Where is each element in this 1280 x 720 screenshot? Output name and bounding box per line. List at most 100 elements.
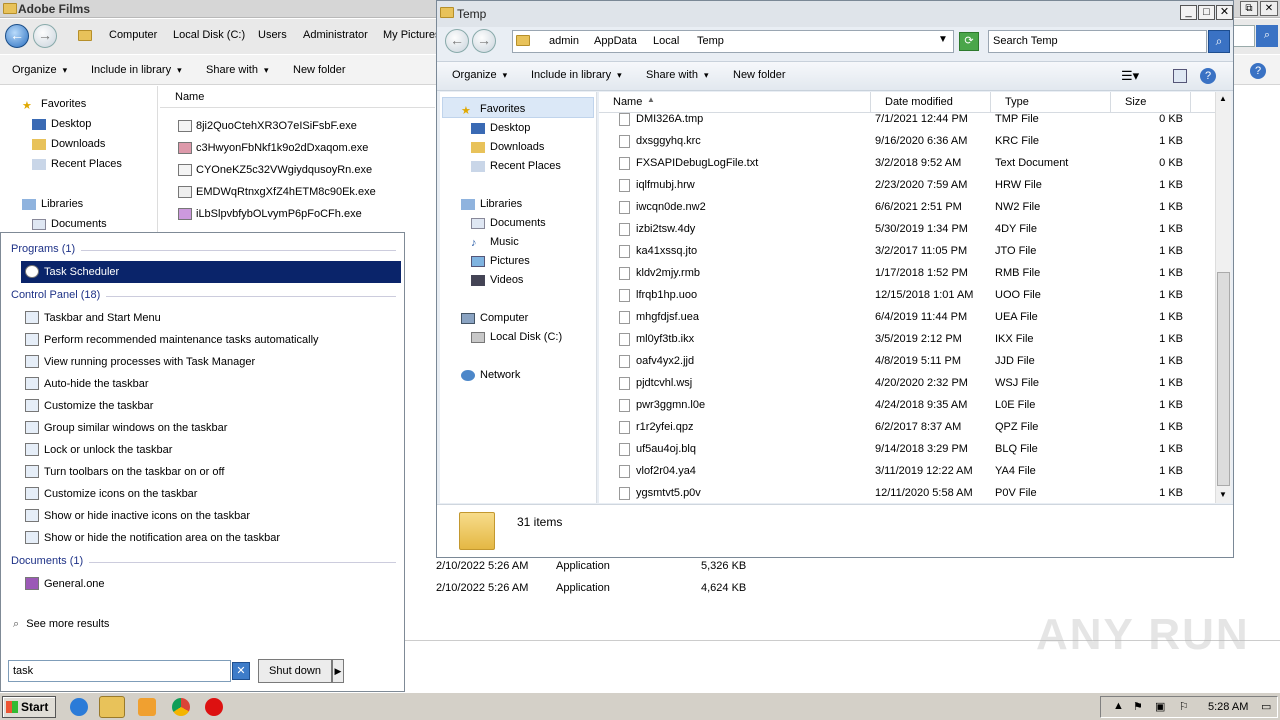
bg-nav-desktop[interactable]: Desktop <box>32 118 91 130</box>
bg-col-name[interactable]: Name <box>175 91 204 103</box>
bg-file-row[interactable]: c3HwyonFbNkf1k9o2dDxaqom.exe <box>178 138 368 158</box>
nav-network[interactable]: Network <box>461 369 520 381</box>
control-panel-item[interactable]: Auto-hide the taskbar <box>21 373 401 395</box>
scrollbar-thumb[interactable] <box>1217 272 1230 486</box>
explorer-taskbar-icon[interactable] <box>99 696 125 718</box>
file-row[interactable]: uf5au4oj.blq 9/14/2018 3:29 PM BLQ File 1 K… <box>599 438 1217 460</box>
crumb-temp[interactable]: Temp <box>697 35 724 47</box>
bg-file-row[interactable]: iLbSlpvbfybOLvymP6pFoCFh.exe <box>178 204 362 224</box>
show-desktop-icon[interactable]: ▭ <box>1261 700 1271 713</box>
nav-desktop[interactable]: Desktop <box>471 122 530 134</box>
file-row[interactable]: FXSAPIDebugLogFile.txt 3/2/2018 9:52 AM Te… <box>599 152 1217 174</box>
file-row[interactable]: ml0yf3tb.ikx 3/5/2019 2:12 PM IKX File 1 KB <box>599 328 1217 350</box>
nav-documents[interactable]: Documents <box>471 217 546 229</box>
clock[interactable]: 5:28 AM <box>1208 701 1248 713</box>
organize-button[interactable]: Organize <box>452 69 507 81</box>
search-icon[interactable]: ⌕ <box>1208 30 1230 53</box>
media-player-icon[interactable] <box>138 698 156 716</box>
preview-pane-icon[interactable] <box>1173 69 1187 83</box>
bg-back-button[interactable]: ← <box>5 24 29 48</box>
nav-computer[interactable]: Computer <box>461 312 528 324</box>
crumb-appdata[interactable]: AppData <box>594 35 637 47</box>
internet-explorer-icon[interactable] <box>70 698 88 716</box>
bg-search-input[interactable] <box>1233 25 1255 47</box>
general-one-item[interactable]: General.one <box>21 573 401 595</box>
bg-file-row[interactable]: EMDWqRtnxgXfZ4hETM8c90Ek.exe <box>178 182 376 202</box>
file-row[interactable]: oafv4yx2.jjd 4/8/2019 5:11 PM JJD File 1 KB <box>599 350 1217 372</box>
nav-libraries[interactable]: Libraries <box>461 198 522 210</box>
nav-music[interactable]: ♪ Music <box>471 236 519 249</box>
search-input[interactable]: Search Temp <box>988 30 1207 53</box>
bg-crumb-computer[interactable]: Computer <box>109 29 157 41</box>
bg-include-library-button[interactable]: Include in library <box>91 64 182 76</box>
bg-nav-recent[interactable]: Recent Places <box>32 158 122 170</box>
view-options-icon[interactable]: ☰▾ <box>1121 68 1139 84</box>
bg-nav-downloads[interactable]: Downloads <box>32 138 105 150</box>
close-button[interactable]: ✕ <box>1216 5 1233 20</box>
control-panel-header[interactable]: Control Panel (18) <box>11 289 100 301</box>
nav-downloads[interactable]: Downloads <box>471 141 544 153</box>
control-panel-item[interactable]: Group similar windows on the taskbar <box>21 417 401 439</box>
temp-titlebar[interactable]: Temp _ □ ✕ <box>437 1 1233 27</box>
clear-search-icon[interactable]: ✕ <box>232 662 250 680</box>
bg-crumb-mypictures[interactable]: My Pictures <box>383 29 440 41</box>
control-panel-item[interactable]: Customize the taskbar <box>21 395 401 417</box>
scroll-down-icon[interactable]: ▼ <box>1219 490 1227 499</box>
shutdown-options-icon[interactable]: ▶ <box>332 659 344 683</box>
address-bar[interactable]: admin AppData Local Temp ▼ <box>512 30 954 53</box>
control-panel-item[interactable]: Taskbar and Start Menu <box>21 307 401 329</box>
file-row[interactable]: iqlfmubj.hrw 2/23/2020 7:59 AM HRW File 1 K… <box>599 174 1217 196</box>
include-library-button[interactable]: Include in library <box>531 69 622 81</box>
show-hidden-icons-icon[interactable]: ▲ <box>1113 700 1124 712</box>
bg-share-with-button[interactable]: Share with <box>206 64 269 76</box>
start-search-input[interactable]: task <box>8 660 231 682</box>
bg-nav-documents[interactable]: Documents <box>32 218 107 230</box>
documents-header[interactable]: Documents (1) <box>11 555 83 567</box>
file-row[interactable]: pjdtcvhl.wsj 4/20/2020 2:32 PM WSJ File 1 K… <box>599 372 1217 394</box>
bg-nav-favorites[interactable]: ★ Favorites <box>22 98 86 112</box>
share-with-button[interactable]: Share with <box>646 69 709 81</box>
nav-recent[interactable]: Recent Places <box>471 160 561 172</box>
bg-close-button[interactable]: ✕ <box>1260 1 1278 16</box>
bg-restore-button[interactable]: ⧉ <box>1240 1 1258 16</box>
file-row[interactable]: lfrqb1hp.uoo 12/15/2018 1:01 AM UOO File 1 … <box>599 284 1217 306</box>
bg-crumb-users[interactable]: Users <box>258 29 287 41</box>
refresh-icon[interactable]: ⟳ <box>959 32 979 51</box>
vertical-scrollbar[interactable]: ▲ ▼ <box>1215 92 1231 503</box>
new-folder-button[interactable]: New folder <box>733 69 786 81</box>
control-panel-item[interactable]: Show or hide inactive icons on the taskb… <box>21 505 401 527</box>
back-button[interactable]: ← <box>445 29 469 53</box>
nav-pictures[interactable]: Pictures <box>471 255 530 267</box>
shutdown-button[interactable]: Shut down <box>258 659 332 683</box>
control-panel-item[interactable]: Turn toolbars on the taskbar on or off <box>21 461 401 483</box>
flag-icon[interactable]: ⚑ <box>1133 700 1143 713</box>
nav-localdisk[interactable]: Local Disk (C:) <box>471 331 562 343</box>
file-row[interactable]: vlof2r04.ya4 3/11/2019 12:22 AM YA4 File 1 … <box>599 460 1217 482</box>
bg-file-row[interactable]: CYOneKZ5c32VWgiydqusoyRn.exe <box>178 160 372 180</box>
programs-header[interactable]: Programs (1) <box>11 243 75 255</box>
bg-detail-row[interactable]: 2/10/2022 5:26 AM Application 5,326 KB <box>436 556 746 576</box>
control-panel-item[interactable]: Customize icons on the taskbar <box>21 483 401 505</box>
network-icon[interactable]: ▣ <box>1155 700 1165 713</box>
file-row[interactable]: iwcqn0de.nw2 6/6/2021 2:51 PM NW2 File 1 KB <box>599 196 1217 218</box>
control-panel-item[interactable]: Show or hide the notification area on th… <box>21 527 401 549</box>
file-row[interactable]: kldv2mjy.rmb 1/17/2018 1:52 PM RMB File 1 K… <box>599 262 1217 284</box>
file-row[interactable]: mhgfdjsf.uea 6/4/2019 11:44 PM UEA File 1 K… <box>599 306 1217 328</box>
help-icon[interactable]: ? <box>1250 63 1266 79</box>
bg-forward-button[interactable]: → <box>33 24 57 48</box>
action-center-icon[interactable]: ⚐ <box>1179 700 1189 713</box>
start-button[interactable]: Start <box>2 696 56 718</box>
nav-favorites[interactable]: ★ Favorites <box>461 103 525 117</box>
forward-button[interactable]: → <box>472 29 496 53</box>
control-panel-item[interactable]: View running processes with Task Manager <box>21 351 401 373</box>
opera-icon[interactable] <box>205 698 223 716</box>
maximize-button[interactable]: □ <box>1198 5 1215 20</box>
task-scheduler-item[interactable]: Task Scheduler <box>21 261 401 283</box>
control-panel-item[interactable]: Perform recommended maintenance tasks au… <box>21 329 401 351</box>
crumb-admin[interactable]: admin <box>549 35 579 47</box>
file-row[interactable]: r1r2yfei.qpz 6/2/2017 8:37 AM QPZ File 1 KB <box>599 416 1217 438</box>
chevron-down-icon[interactable]: ▼ <box>938 34 948 45</box>
minimize-button[interactable]: _ <box>1180 5 1197 20</box>
file-row[interactable]: pwr3ggmn.l0e 4/24/2018 9:35 AM L0E File 1 K… <box>599 394 1217 416</box>
chrome-icon[interactable] <box>172 698 190 716</box>
